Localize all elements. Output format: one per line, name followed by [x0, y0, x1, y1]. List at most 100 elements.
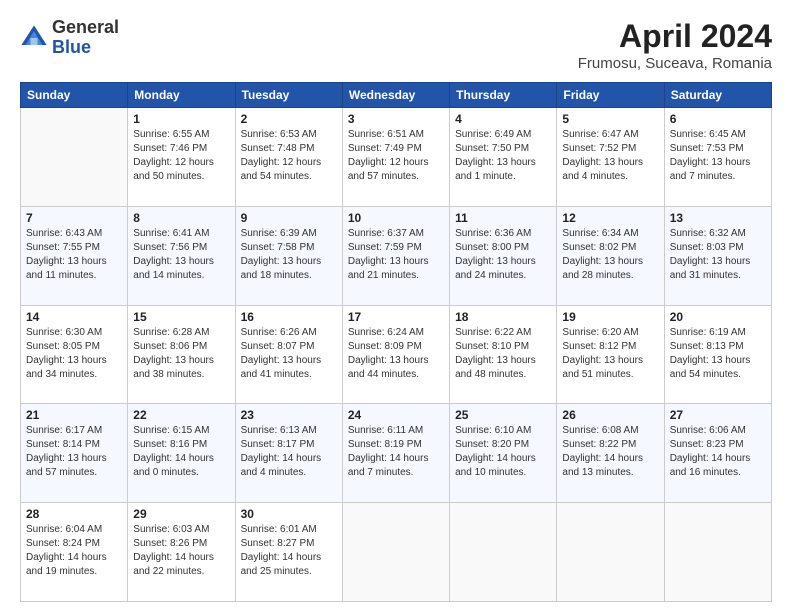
- day-number: 3: [348, 112, 444, 126]
- day-info: Sunrise: 6:04 AM Sunset: 8:24 PM Dayligh…: [26, 523, 122, 579]
- day-cell: 23 Sunrise: 6:13 AM Sunset: 8:17 PM Dayli…: [235, 404, 342, 503]
- day-number: 7: [26, 211, 122, 225]
- logo-text: General Blue: [52, 18, 119, 58]
- day-cell: 30Sunrise: 6:01 AM Sunset: 8:27 PM Dayli…: [235, 503, 342, 602]
- day-cell: 17 Sunrise: 6:24 AM Sunset: 8:09 PM Dayli…: [342, 305, 449, 404]
- day-cell: [21, 108, 128, 207]
- day-info: Sunrise: 6:01 AM Sunset: 8:27 PM Dayligh…: [241, 523, 337, 579]
- day-cell: 1 Sunrise: 6:55 AM Sunset: 7:46 PM Daylig…: [128, 108, 235, 207]
- day-info: Sunrise: 6:41 AM Sunset: 7:56 PM Dayligh…: [133, 227, 229, 283]
- page: General Blue April 2024 Frumosu, Suceava…: [0, 0, 792, 612]
- day-info: Sunrise: 6:13 AM Sunset: 8:17 PM Dayligh…: [241, 424, 337, 480]
- title-block: April 2024 Frumosu, Suceava, Romania: [578, 18, 772, 72]
- col-header-tuesday: Tuesday: [235, 83, 342, 108]
- day-cell: 27 Sunrise: 6:06 AM Sunset: 8:23 PM Dayli…: [664, 404, 771, 503]
- day-info: Sunrise: 6:26 AM Sunset: 8:07 PM Dayligh…: [241, 326, 337, 382]
- day-number: 11: [455, 211, 551, 225]
- day-info: Sunrise: 6:24 AM Sunset: 8:09 PM Dayligh…: [348, 326, 444, 382]
- subtitle: Frumosu, Suceava, Romania: [578, 55, 772, 72]
- col-header-friday: Friday: [557, 83, 664, 108]
- day-info: Sunrise: 6:11 AM Sunset: 8:19 PM Dayligh…: [348, 424, 444, 480]
- col-header-monday: Monday: [128, 83, 235, 108]
- day-number: 12: [562, 211, 658, 225]
- calendar-table: SundayMondayTuesdayWednesdayThursdayFrid…: [20, 82, 772, 602]
- day-cell: 5 Sunrise: 6:47 AM Sunset: 7:52 PM Daylig…: [557, 108, 664, 207]
- day-number: 27: [670, 408, 766, 422]
- day-number: 19: [562, 310, 658, 324]
- day-info: Sunrise: 6:03 AM Sunset: 8:26 PM Dayligh…: [133, 523, 229, 579]
- logo-general: General: [52, 17, 119, 37]
- day-info: Sunrise: 6:17 AM Sunset: 8:14 PM Dayligh…: [26, 424, 122, 480]
- week-row-2: 7 Sunrise: 6:43 AM Sunset: 7:55 PM Daylig…: [21, 206, 772, 305]
- day-cell: 10Sunrise: 6:37 AM Sunset: 7:59 PM Dayli…: [342, 206, 449, 305]
- day-number: 17: [348, 310, 444, 324]
- day-cell: 29 Sunrise: 6:03 AM Sunset: 8:26 PM Dayli…: [128, 503, 235, 602]
- day-cell: 22 Sunrise: 6:15 AM Sunset: 8:16 PM Dayli…: [128, 404, 235, 503]
- day-info: Sunrise: 6:36 AM Sunset: 8:00 PM Dayligh…: [455, 227, 551, 283]
- day-cell: 18Sunrise: 6:22 AM Sunset: 8:10 PM Dayli…: [450, 305, 557, 404]
- day-number: 1: [133, 112, 229, 126]
- day-info: Sunrise: 6:45 AM Sunset: 7:53 PM Dayligh…: [670, 128, 766, 184]
- day-info: Sunrise: 6:15 AM Sunset: 8:16 PM Dayligh…: [133, 424, 229, 480]
- day-cell: [450, 503, 557, 602]
- main-title: April 2024: [578, 18, 772, 55]
- day-info: Sunrise: 6:55 AM Sunset: 7:46 PM Dayligh…: [133, 128, 229, 184]
- day-cell: [342, 503, 449, 602]
- day-cell: 8 Sunrise: 6:41 AM Sunset: 7:56 PM Daylig…: [128, 206, 235, 305]
- col-header-saturday: Saturday: [664, 83, 771, 108]
- week-row-3: 14 Sunrise: 6:30 AM Sunset: 8:05 PM Dayli…: [21, 305, 772, 404]
- day-number: 14: [26, 310, 122, 324]
- day-cell: 11 Sunrise: 6:36 AM Sunset: 8:00 PM Dayli…: [450, 206, 557, 305]
- day-cell: 6 Sunrise: 6:45 AM Sunset: 7:53 PM Daylig…: [664, 108, 771, 207]
- day-cell: 13Sunrise: 6:32 AM Sunset: 8:03 PM Dayli…: [664, 206, 771, 305]
- day-number: 23: [241, 408, 337, 422]
- day-number: 2: [241, 112, 337, 126]
- day-number: 20: [670, 310, 766, 324]
- day-number: 29: [133, 507, 229, 521]
- day-number: 21: [26, 408, 122, 422]
- day-info: Sunrise: 6:28 AM Sunset: 8:06 PM Dayligh…: [133, 326, 229, 382]
- day-number: 16: [241, 310, 337, 324]
- day-number: 15: [133, 310, 229, 324]
- day-info: Sunrise: 6:53 AM Sunset: 7:48 PM Dayligh…: [241, 128, 337, 184]
- day-info: Sunrise: 6:37 AM Sunset: 7:59 PM Dayligh…: [348, 227, 444, 283]
- day-cell: 9Sunrise: 6:39 AM Sunset: 7:58 PM Daylig…: [235, 206, 342, 305]
- day-cell: 3Sunrise: 6:51 AM Sunset: 7:49 PM Daylig…: [342, 108, 449, 207]
- header: General Blue April 2024 Frumosu, Suceava…: [20, 18, 772, 72]
- calendar-header-row: SundayMondayTuesdayWednesdayThursdayFrid…: [21, 83, 772, 108]
- day-number: 6: [670, 112, 766, 126]
- logo: General Blue: [20, 18, 119, 58]
- day-info: Sunrise: 6:19 AM Sunset: 8:13 PM Dayligh…: [670, 326, 766, 382]
- day-cell: 25 Sunrise: 6:10 AM Sunset: 8:20 PM Dayli…: [450, 404, 557, 503]
- day-info: Sunrise: 6:06 AM Sunset: 8:23 PM Dayligh…: [670, 424, 766, 480]
- day-info: Sunrise: 6:20 AM Sunset: 8:12 PM Dayligh…: [562, 326, 658, 382]
- day-cell: 26 Sunrise: 6:08 AM Sunset: 8:22 PM Dayli…: [557, 404, 664, 503]
- week-row-4: 21 Sunrise: 6:17 AM Sunset: 8:14 PM Dayli…: [21, 404, 772, 503]
- day-number: 26: [562, 408, 658, 422]
- week-row-5: 28 Sunrise: 6:04 AM Sunset: 8:24 PM Dayli…: [21, 503, 772, 602]
- day-cell: 7 Sunrise: 6:43 AM Sunset: 7:55 PM Daylig…: [21, 206, 128, 305]
- logo-blue: Blue: [52, 37, 91, 57]
- day-number: 24: [348, 408, 444, 422]
- col-header-thursday: Thursday: [450, 83, 557, 108]
- day-cell: 24 Sunrise: 6:11 AM Sunset: 8:19 PM Dayli…: [342, 404, 449, 503]
- day-number: 5: [562, 112, 658, 126]
- day-cell: 14 Sunrise: 6:30 AM Sunset: 8:05 PM Dayli…: [21, 305, 128, 404]
- day-cell: [557, 503, 664, 602]
- day-number: 8: [133, 211, 229, 225]
- col-header-wednesday: Wednesday: [342, 83, 449, 108]
- day-number: 25: [455, 408, 551, 422]
- day-info: Sunrise: 6:47 AM Sunset: 7:52 PM Dayligh…: [562, 128, 658, 184]
- day-cell: [664, 503, 771, 602]
- day-info: Sunrise: 6:43 AM Sunset: 7:55 PM Dayligh…: [26, 227, 122, 283]
- day-info: Sunrise: 6:08 AM Sunset: 8:22 PM Dayligh…: [562, 424, 658, 480]
- day-cell: 12Sunrise: 6:34 AM Sunset: 8:02 PM Dayli…: [557, 206, 664, 305]
- day-cell: 20 Sunrise: 6:19 AM Sunset: 8:13 PM Dayli…: [664, 305, 771, 404]
- day-number: 4: [455, 112, 551, 126]
- day-info: Sunrise: 6:30 AM Sunset: 8:05 PM Dayligh…: [26, 326, 122, 382]
- day-number: 22: [133, 408, 229, 422]
- day-info: Sunrise: 6:10 AM Sunset: 8:20 PM Dayligh…: [455, 424, 551, 480]
- day-cell: 19 Sunrise: 6:20 AM Sunset: 8:12 PM Dayli…: [557, 305, 664, 404]
- day-number: 28: [26, 507, 122, 521]
- day-info: Sunrise: 6:49 AM Sunset: 7:50 PM Dayligh…: [455, 128, 551, 184]
